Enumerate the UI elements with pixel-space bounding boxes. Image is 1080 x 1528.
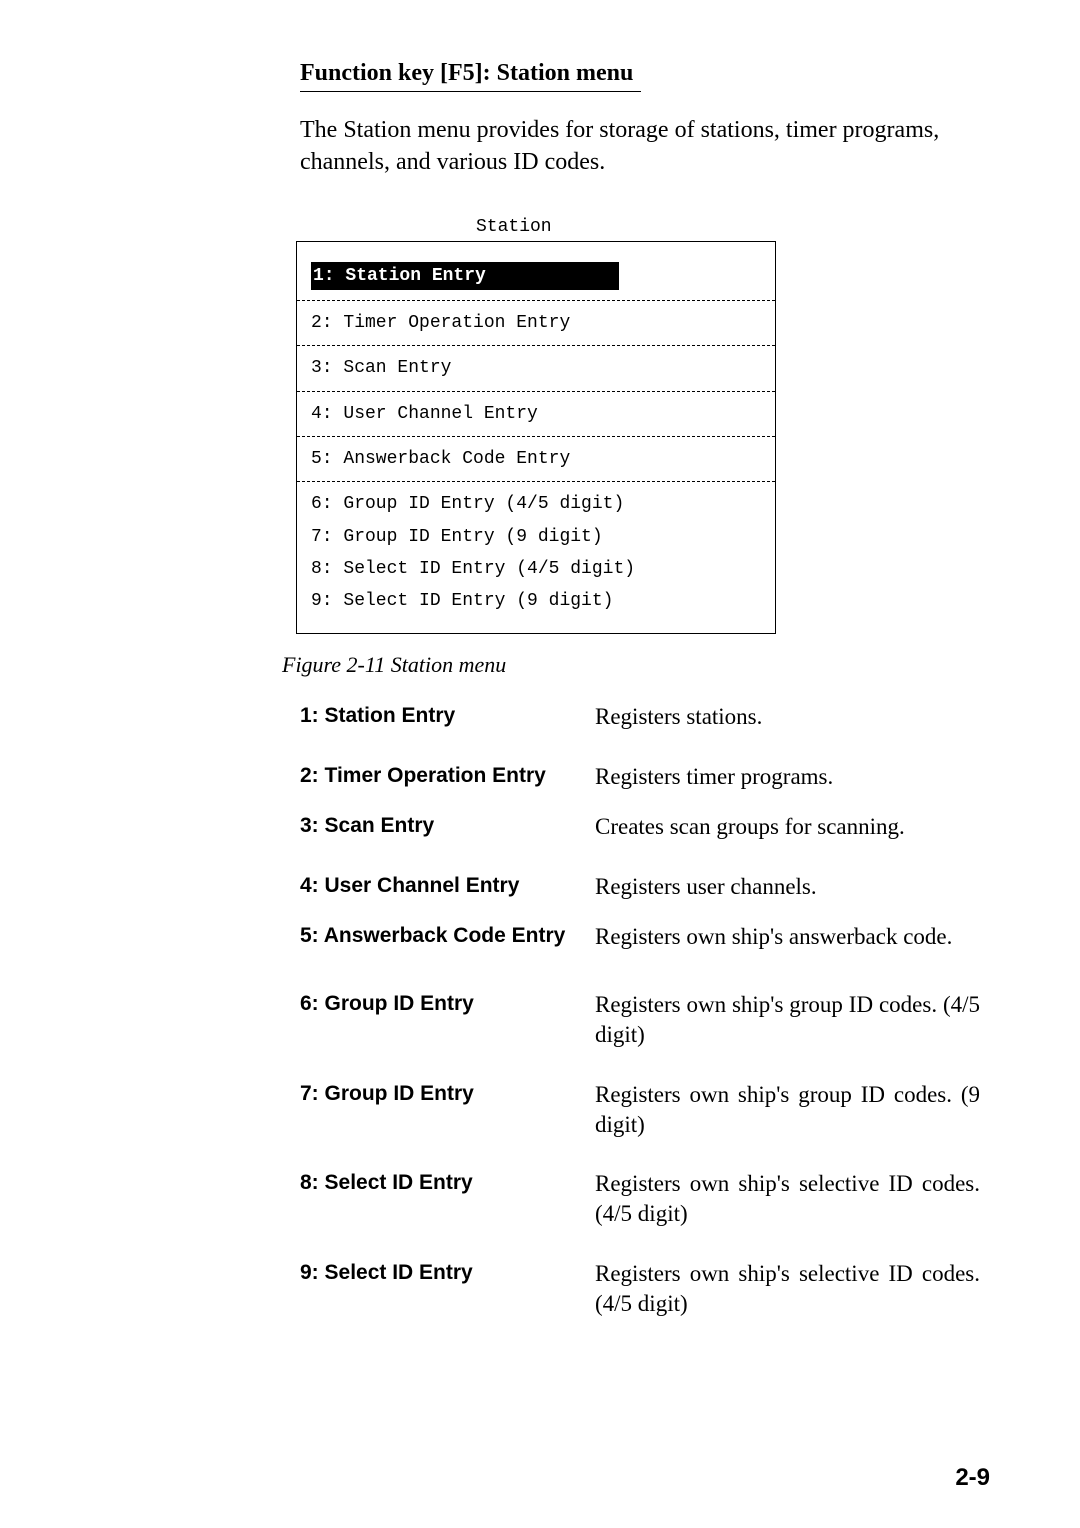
station-item-2: 2: Timer Operation Entry xyxy=(311,307,761,339)
def-entry: 4: User Channel Entry Registers user cha… xyxy=(300,872,980,902)
figure-caption: Figure 2-11 Station menu xyxy=(282,652,990,678)
station-fig-title: Station xyxy=(466,217,562,237)
station-menu-figure: Station 1: Station Entry 2: Timer Operat… xyxy=(296,207,990,635)
intro-paragraph: The Station menu provides for storage of… xyxy=(300,114,980,179)
def-label: 9: Select ID Entry xyxy=(300,1259,595,1286)
def-desc: Registers user channels. xyxy=(595,872,817,902)
station-item-selected: 1: Station Entry xyxy=(311,258,761,294)
def-entry: 8: Select ID Entry Registers own ship's … xyxy=(300,1169,980,1229)
def-label: 4: User Channel Entry xyxy=(300,872,595,899)
def-desc: Registers own ship's answerback code. xyxy=(595,922,952,952)
divider xyxy=(297,481,775,482)
def-label: 1: Station Entry xyxy=(300,702,595,729)
def-entry: 5: Answerback Code Entry Registers own s… xyxy=(300,922,980,952)
page-number: 2-9 xyxy=(955,1464,990,1492)
divider xyxy=(297,391,775,392)
def-entry: 9: Select ID Entry Registers own ship's … xyxy=(300,1259,980,1319)
station-item-5: 5: Answerback Code Entry xyxy=(311,443,761,475)
page: Function key [F5]: Station menu The Stat… xyxy=(0,0,1080,1528)
station-item-1: 1: Station Entry xyxy=(311,262,619,290)
divider xyxy=(297,300,775,301)
station-item-7: 7: Group ID Entry (9 digit) xyxy=(311,521,761,553)
def-desc: Registers timer programs. xyxy=(595,762,833,792)
def-desc: Creates scan groups for scanning. xyxy=(595,812,905,842)
station-fig-box: 1: Station Entry 2: Timer Operation Entr… xyxy=(296,241,776,635)
def-label: 7: Group ID Entry xyxy=(300,1080,595,1107)
def-desc: Registers own ship's selective ID codes.… xyxy=(595,1259,980,1319)
def-label: 2: Timer Operation Entry xyxy=(300,762,595,789)
def-label: 6: Group ID Entry xyxy=(300,990,595,1017)
section-heading: Function key [F5]: Station menu xyxy=(300,60,641,92)
def-desc: Registers own ship's selective ID codes.… xyxy=(595,1169,980,1229)
def-entry: 3: Scan Entry Creates scan groups for sc… xyxy=(300,812,980,842)
divider xyxy=(297,436,775,437)
def-label: 3: Scan Entry xyxy=(300,812,595,839)
def-desc: Registers own ship's group ID codes. (9 … xyxy=(595,1080,980,1140)
def-entry: 6: Group ID Entry Registers own ship's g… xyxy=(300,990,980,1050)
definitions-list: 1: Station Entry Registers stations. 2: … xyxy=(300,702,980,1319)
def-entry: 1: Station Entry Registers stations. xyxy=(300,702,980,732)
def-entry: 2: Timer Operation Entry Registers timer… xyxy=(300,762,980,792)
def-desc: Registers own ship's group ID codes. (4/… xyxy=(595,990,980,1050)
def-desc: Registers stations. xyxy=(595,702,762,732)
def-label: 5: Answerback Code Entry xyxy=(300,922,595,949)
station-item-3: 3: Scan Entry xyxy=(311,352,761,384)
divider xyxy=(297,345,775,346)
station-item-9: 9: Select ID Entry (9 digit) xyxy=(311,585,761,617)
station-item-4: 4: User Channel Entry xyxy=(311,398,761,430)
station-item-6: 6: Group ID Entry (4/5 digit) xyxy=(311,488,761,520)
def-label: 8: Select ID Entry xyxy=(300,1169,595,1196)
def-entry: 7: Group ID Entry Registers own ship's g… xyxy=(300,1080,980,1140)
station-item-8: 8: Select ID Entry (4/5 digit) xyxy=(311,553,761,585)
